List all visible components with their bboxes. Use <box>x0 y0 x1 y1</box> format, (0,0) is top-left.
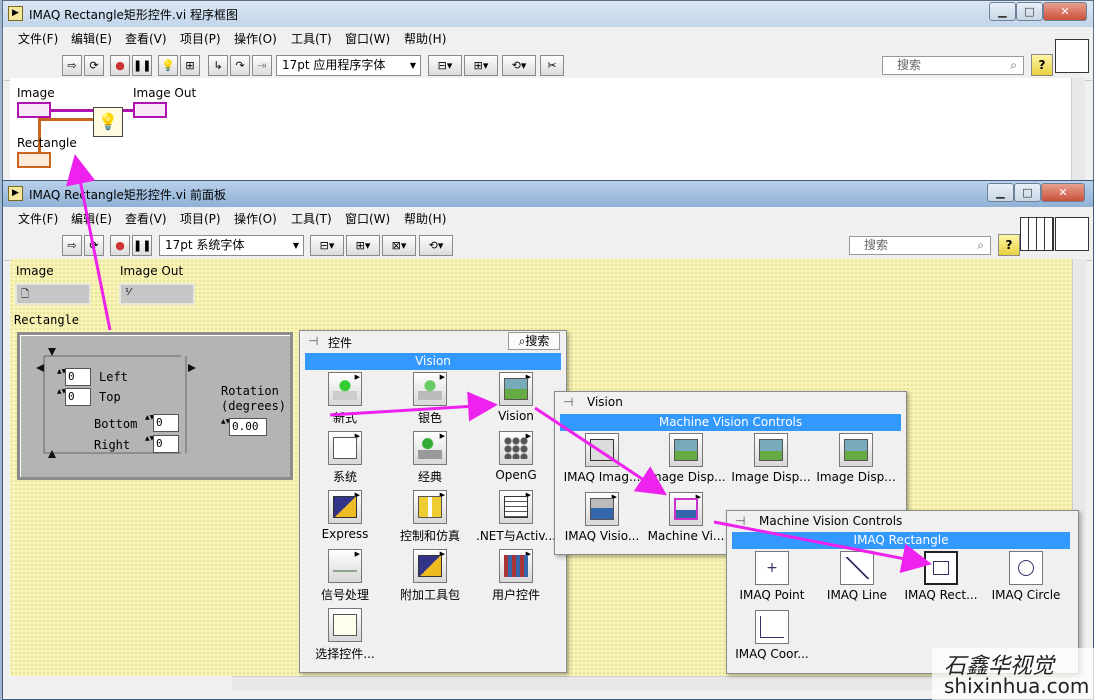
arrow-to-imaq-rectangle <box>713 520 932 574</box>
annotation-arrows <box>65 154 932 574</box>
arrow-to-vision <box>329 391 498 422</box>
watermark-url: shixinhua.com <box>944 674 1090 698</box>
arrow-to-bd-terminal <box>65 154 112 331</box>
arrow-to-machine-vision <box>534 406 668 496</box>
